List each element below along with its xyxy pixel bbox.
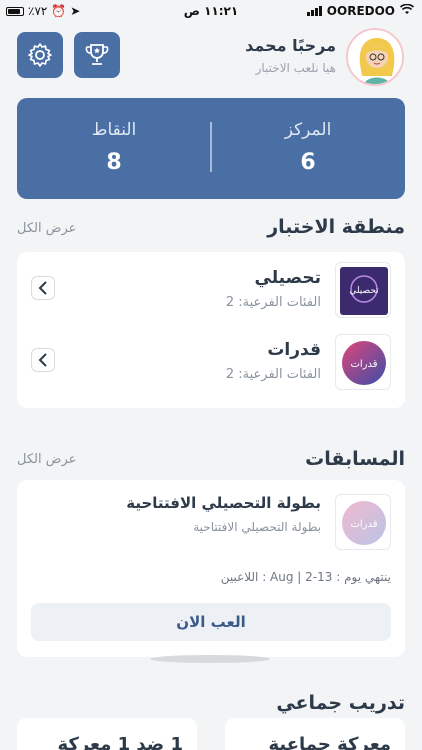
- competition-date: ينتهي يوم : 13-2 | Aug : اللاعبين: [220, 570, 391, 584]
- header: مرحبًا محمد هيا نلعب الاختبار: [0, 24, 422, 94]
- rank-label: المركز: [284, 120, 332, 140]
- list-item-meta: الفئات الفرعية: 2: [225, 367, 321, 382]
- competition-card[interactable]: قدرات بطولة التحصيلي الافتتاحية بطولة ال…: [17, 480, 405, 657]
- list-item-title: تحصيلي: [254, 268, 321, 288]
- avatar[interactable]: [346, 28, 404, 86]
- one-vs-one-card[interactable]: 1 ضد 1 معركة: [17, 718, 197, 750]
- team-battle-label: معركة جماعية: [268, 734, 391, 750]
- list-item-meta: الفئات الفرعية: 2: [225, 295, 321, 310]
- test-zone-title: منطقة الاختبار: [267, 216, 405, 238]
- competition-title: بطولة التحصيلي الافتتاحية: [126, 494, 321, 512]
- status-bar: ٪٧٢ ⏰ ➤ ١١:٢١ ص OOREDOO: [0, 0, 422, 24]
- greeting-subtitle: هيا نلعب الاختبار: [255, 61, 336, 75]
- competition-thumbnail: قدرات: [335, 494, 391, 550]
- points-label: النقاط: [91, 120, 137, 140]
- score-card: المركز 6 النقاط 8: [17, 98, 405, 199]
- trophy-button[interactable]: [74, 32, 120, 78]
- test-zone-view-all[interactable]: عرض الكل: [17, 221, 76, 236]
- competition-subtitle: بطولة التحصيلي الافتتاحية: [193, 520, 321, 534]
- status-right: OOREDOO: [306, 3, 415, 18]
- play-now-button[interactable]: العب الان: [31, 603, 391, 641]
- settings-button[interactable]: [17, 32, 63, 78]
- gear-icon: [28, 43, 52, 67]
- competitions-view-all[interactable]: عرض الكل: [17, 452, 76, 467]
- chevron-left-icon[interactable]: [31, 348, 55, 372]
- competition-thumb-text: قدرات: [350, 519, 377, 530]
- card-shadow: [150, 655, 270, 663]
- one-vs-one-label: 1 ضد 1 معركة: [57, 734, 183, 750]
- rank-block: المركز 6: [211, 120, 405, 175]
- qudurat-thumb-text: قدرات: [350, 359, 377, 370]
- greeting-name: مرحبًا محمد: [245, 36, 336, 55]
- competitions-title: المسابقات: [305, 448, 405, 470]
- tahsili-thumb-text: تحصيلي: [349, 286, 379, 296]
- greeting-block: مرحبًا محمد هيا نلعب الاختبار: [245, 36, 336, 75]
- wifi-icon: [399, 3, 415, 18]
- tahsili-thumbnail: تحصيلي: [335, 262, 391, 318]
- list-item-qudurat[interactable]: قدرات قدرات الفئات الفرعية: 2: [17, 334, 405, 394]
- test-zone-card: تحصيلي تحصيلي الفئات الفرعية: 2 قدرات قد…: [17, 252, 405, 408]
- rank-value: 6: [300, 150, 316, 175]
- list-item-title: قدرات: [267, 340, 321, 360]
- signal-icon: [306, 6, 322, 16]
- qudurat-thumbnail: قدرات: [335, 334, 391, 390]
- carrier-name: OOREDOO: [326, 4, 395, 18]
- points-value: 8: [106, 150, 122, 175]
- list-item-tahsili[interactable]: تحصيلي تحصيلي الفئات الفرعية: 2: [17, 262, 405, 322]
- team-training-title: تدريب جماعي: [276, 692, 405, 714]
- points-block: النقاط 8: [17, 120, 211, 175]
- chevron-left-icon[interactable]: [31, 276, 55, 300]
- trophy-icon: [85, 44, 109, 65]
- team-battle-card[interactable]: معركة جماعية: [225, 718, 405, 750]
